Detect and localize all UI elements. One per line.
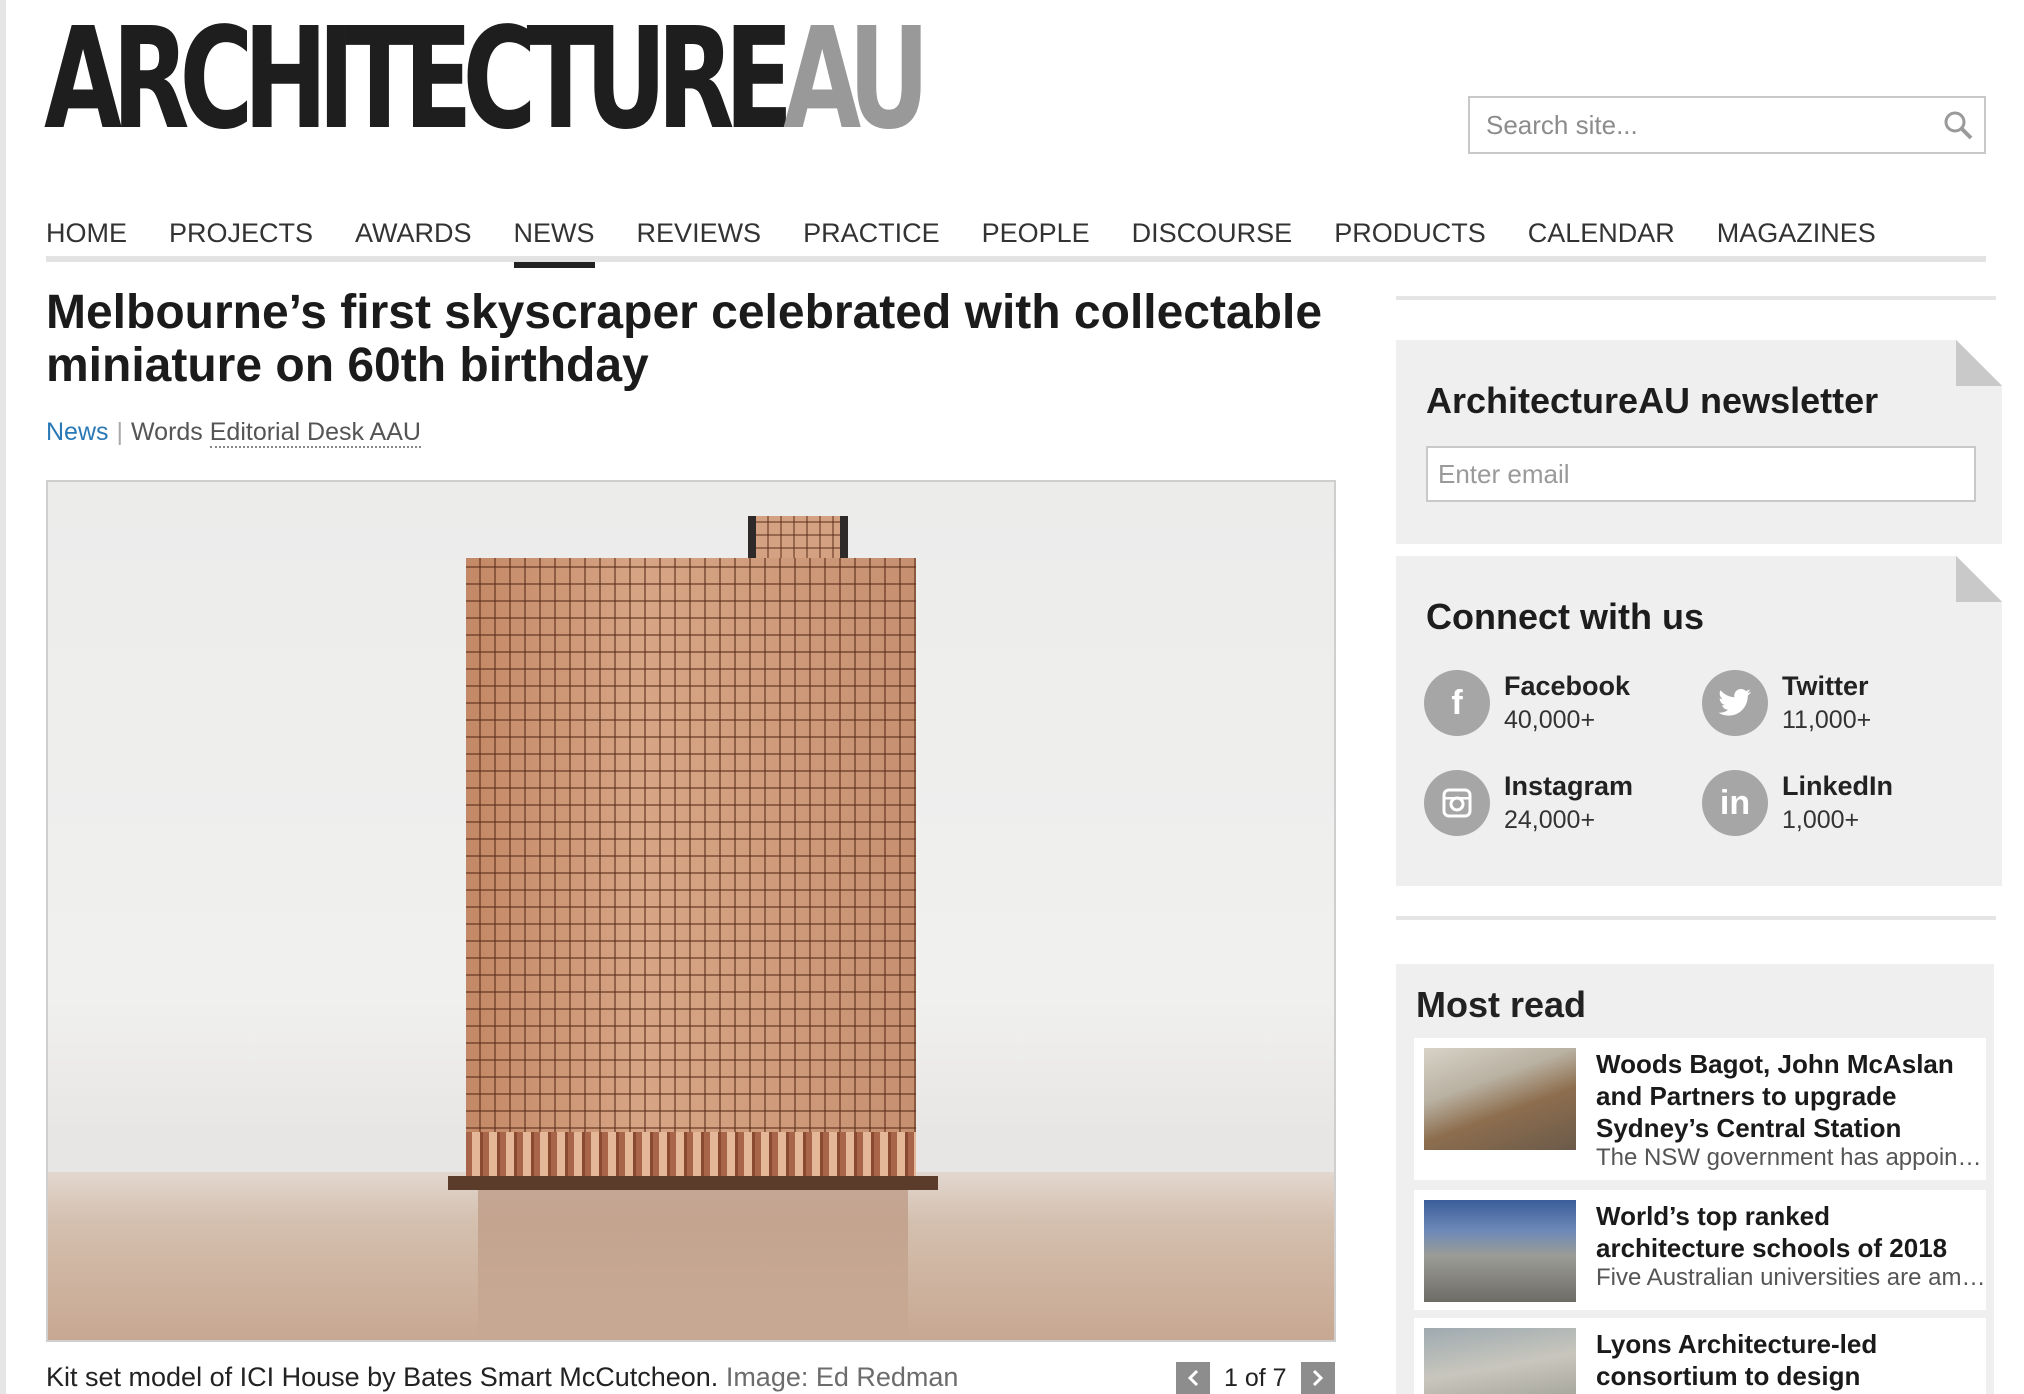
nav-item-calendar[interactable]: CALENDAR — [1528, 214, 1675, 262]
nav-item-projects[interactable]: PROJECTS — [169, 214, 313, 262]
nav-item-news[interactable]: NEWS — [513, 214, 595, 268]
panel-corner-fold — [1956, 556, 2002, 602]
most-read-item[interactable]: Woods Bagot, John McAslan and Partners t… — [1414, 1038, 1986, 1180]
most-read-summary: The NSW government has appointed — [1596, 1144, 1986, 1171]
social-count: 1,000+ — [1782, 806, 1860, 834]
search-box — [1468, 96, 1986, 154]
words-label: Words — [131, 418, 203, 446]
caption-text: Kit set model of ICI House by Bates Smar… — [46, 1362, 719, 1392]
main-nav: HOME PROJECTS AWARDS NEWS REVIEWS PRACTI… — [46, 214, 1986, 268]
connect-title: Connect with us — [1426, 596, 1704, 637]
social-name: Instagram — [1504, 771, 1634, 801]
model-plinth — [466, 1132, 916, 1178]
social-name: LinkedIn — [1782, 771, 1894, 801]
article-image[interactable] — [46, 480, 1336, 1342]
social-facebook[interactable]: f Facebook 40,000+ — [1424, 670, 1630, 736]
gallery-pager: 1 of 7 — [1176, 1362, 1335, 1394]
social-count: 11,000+ — [1782, 706, 1872, 734]
author-link[interactable]: Editorial Desk AAU — [209, 418, 421, 448]
next-image-button[interactable] — [1300, 1362, 1335, 1394]
sidebar-divider — [1396, 916, 1996, 920]
category-link[interactable]: News — [46, 418, 109, 446]
gallery-counter: 1 of 7 — [1224, 1363, 1287, 1392]
twitter-icon — [1702, 670, 1768, 736]
most-read-title: Most read — [1416, 984, 1587, 1025]
image-reflection — [478, 1190, 908, 1340]
meta-separator: | — [116, 418, 124, 446]
nav-item-magazines[interactable]: MAGAZINES — [1717, 214, 1876, 262]
social-count: 24,000+ — [1504, 806, 1596, 834]
email-field[interactable] — [1426, 446, 1976, 502]
most-read-item[interactable]: Lyons Architecture-led consortium to des… — [1414, 1318, 1986, 1394]
prev-image-button[interactable] — [1176, 1362, 1210, 1394]
logo-main: ARCHITECTURE — [44, 0, 793, 161]
social-linkedin[interactable]: in LinkedIn 1,000+ — [1702, 770, 1893, 836]
article-meta: News | Words Editorial Desk AAU — [46, 418, 421, 448]
social-name: Facebook — [1504, 671, 1631, 701]
image-caption: Kit set model of ICI House by Bates Smar… — [46, 1362, 958, 1393]
logo-accent: AU — [783, 0, 930, 161]
article-title: Melbourne’s first skyscraper celebrated … — [46, 286, 1323, 392]
model-base — [448, 1176, 938, 1190]
nav-item-home[interactable]: HOME — [46, 214, 127, 262]
facebook-icon: f — [1424, 670, 1490, 736]
connect-panel: Connect with us f Facebook 40,000+ Twitte… — [1396, 556, 2002, 886]
nav-item-reviews[interactable]: REVIEWS — [637, 214, 762, 262]
most-read-panel: Most read Woods Bagot, John McAslan and … — [1396, 964, 1994, 1394]
newsletter-panel: ArchitectureAU newsletter — [1396, 340, 2002, 544]
most-read-headline: Woods Bagot, John McAslan and Partners t… — [1596, 1049, 1954, 1143]
sidebar-divider — [1396, 296, 1996, 300]
newsletter-title: ArchitectureAU newsletter — [1426, 380, 1879, 421]
image-credit: Image: Ed Redman — [725, 1362, 959, 1392]
panel-corner-fold — [1956, 340, 2002, 386]
instagram-icon — [1424, 770, 1490, 836]
social-instagram[interactable]: Instagram 24,000+ — [1424, 770, 1633, 836]
social-twitter[interactable]: Twitter 11,000+ — [1702, 670, 1871, 736]
most-read-item[interactable]: World’s top ranked architecture schools … — [1414, 1190, 1986, 1310]
search-icon[interactable] — [1932, 99, 1984, 151]
most-read-thumbnail — [1424, 1200, 1576, 1302]
social-name: Twitter — [1782, 671, 1869, 701]
nav-item-people[interactable]: PEOPLE — [982, 214, 1090, 262]
most-read-headline: World’s top ranked architecture schools … — [1596, 1201, 1948, 1263]
site-logo[interactable]: ARCHITECTUREAU — [44, 10, 930, 150]
most-read-summary: Five Australian universities are among — [1596, 1264, 1986, 1291]
nav-item-awards[interactable]: AWARDS — [355, 214, 472, 262]
linkedin-icon: in — [1702, 770, 1768, 836]
social-count: 40,000+ — [1504, 706, 1596, 734]
model-tower — [466, 558, 916, 1178]
nav-item-practice[interactable]: PRACTICE — [803, 214, 940, 262]
model-rooftop — [748, 516, 848, 560]
search-input[interactable] — [1470, 98, 1932, 152]
most-read-headline: Lyons Architecture-led consortium to des… — [1596, 1329, 1878, 1394]
page-edge — [0, 0, 6, 1394]
most-read-thumbnail — [1424, 1048, 1576, 1150]
most-read-thumbnail — [1424, 1328, 1576, 1394]
nav-item-products[interactable]: PRODUCTS — [1334, 214, 1486, 262]
nav-item-discourse[interactable]: DISCOURSE — [1132, 214, 1293, 262]
